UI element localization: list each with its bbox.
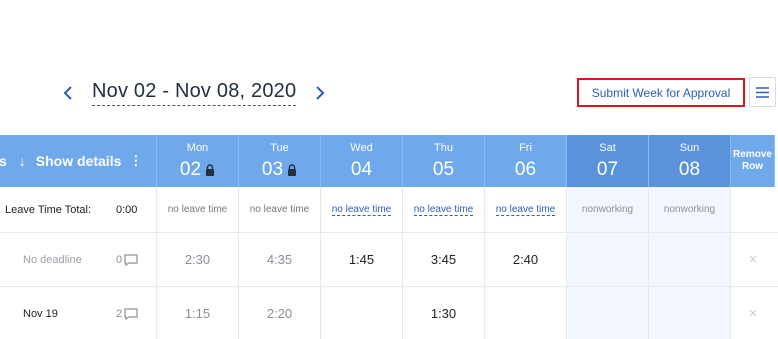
day-header-sun: Sun 08 (649, 135, 731, 187)
leave-cell-sat: nonworking (567, 187, 649, 232)
day-header-fri: Fri 06 (485, 135, 567, 187)
leave-cell-tue: no leave time (239, 187, 321, 232)
day-header-sat: Sat 07 (567, 135, 649, 187)
time-entry-cell[interactable]: 4:35 (239, 233, 321, 286)
week-navigation: Nov 02 - Nov 08, 2020 (58, 78, 330, 108)
remove-row-button[interactable]: × (731, 287, 775, 339)
day-header-thu: Thu 05 (403, 135, 485, 187)
leave-time-summary: Leave Time Total: 0:00 (0, 187, 157, 232)
time-entry-cell[interactable] (485, 287, 567, 339)
previous-week-button[interactable] (58, 80, 78, 106)
time-entry-cell[interactable]: 2:40 (485, 233, 567, 286)
time-entry-cell[interactable]: 2:30 (157, 233, 239, 286)
next-week-button[interactable] (310, 80, 330, 106)
leave-remove-empty (731, 187, 775, 232)
comments-button[interactable]: 0 (116, 254, 138, 266)
submit-week-button[interactable]: Submit Week for Approval (577, 78, 745, 107)
time-entry-cell[interactable] (567, 233, 649, 286)
table-row: Nov 19 2 1:15 2:20 1:30 × (0, 287, 778, 339)
header-left-cell: s ↓ Show details ⋮ (0, 135, 157, 187)
time-entry-cell[interactable] (321, 287, 403, 339)
task-info-cell: No deadline 0 (0, 233, 157, 286)
remove-row-header: Remove Row (731, 135, 775, 187)
close-icon[interactable]: × (749, 251, 758, 268)
more-options-icon[interactable]: ⋮ (129, 153, 142, 169)
grid-header-row: s ↓ Show details ⋮ Mon 02 Tue 03 Wed 04 T… (0, 135, 778, 187)
day-header-tue: Tue 03 (239, 135, 321, 187)
week-range-picker[interactable]: Nov 02 - Nov 08, 2020 (92, 80, 297, 106)
time-entry-cell[interactable]: 3:45 (403, 233, 485, 286)
close-icon[interactable]: × (749, 305, 758, 322)
leave-time-total: 0:00 (116, 203, 138, 216)
deadline-label: No deadline (23, 253, 82, 266)
time-entry-cell[interactable] (649, 233, 731, 286)
leave-cell-mon: no leave time (157, 187, 239, 232)
day-header-mon: Mon 02 (157, 135, 239, 187)
lock-icon (206, 163, 215, 176)
time-entry-cell[interactable]: 1:45 (321, 233, 403, 286)
lock-icon (288, 163, 297, 176)
day-header-wed: Wed 04 (321, 135, 403, 187)
leave-cell-thu[interactable]: no leave time (403, 187, 485, 232)
time-entry-cell[interactable]: 1:15 (157, 287, 239, 339)
header-partial-text: s (0, 153, 7, 169)
chevron-left-icon (63, 86, 72, 100)
menu-button[interactable] (749, 77, 776, 107)
leave-cell-wed[interactable]: no leave time (321, 187, 403, 232)
comments-button[interactable]: 2 (116, 308, 138, 320)
leave-time-label: Leave Time Total: (5, 203, 92, 216)
timesheet-grid: s ↓ Show details ⋮ Mon 02 Tue 03 Wed 04 T… (0, 135, 778, 339)
hamburger-menu-icon (756, 86, 769, 98)
time-entry-cell[interactable]: 1:30 (403, 287, 485, 339)
table-row: No deadline 0 2:30 4:35 1:45 3:45 2:40 × (0, 233, 778, 287)
task-info-cell: Nov 19 2 (0, 287, 157, 339)
comment-count: 0 (116, 253, 123, 266)
leave-time-row: Leave Time Total: 0:00 no leave time no … (0, 187, 778, 233)
show-details-button[interactable]: Show details (36, 153, 122, 169)
time-entry-cell[interactable] (649, 287, 731, 339)
comment-icon (124, 307, 138, 320)
add-leave-link[interactable]: no leave time (495, 204, 556, 216)
time-entry-cell[interactable] (567, 287, 649, 339)
remove-row-button[interactable]: × (731, 233, 775, 286)
comment-count: 2 (116, 307, 123, 320)
deadline-label: Nov 19 (23, 307, 58, 320)
add-leave-link[interactable]: no leave time (331, 204, 392, 216)
time-entry-cell[interactable]: 2:20 (239, 287, 321, 339)
leave-cell-sun: nonworking (649, 187, 731, 232)
add-leave-link[interactable]: no leave time (413, 204, 474, 216)
chevron-right-icon (316, 86, 325, 100)
comment-icon (124, 253, 138, 266)
sort-arrow-icon[interactable]: ↓ (19, 153, 26, 169)
leave-cell-fri[interactable]: no leave time (485, 187, 567, 232)
